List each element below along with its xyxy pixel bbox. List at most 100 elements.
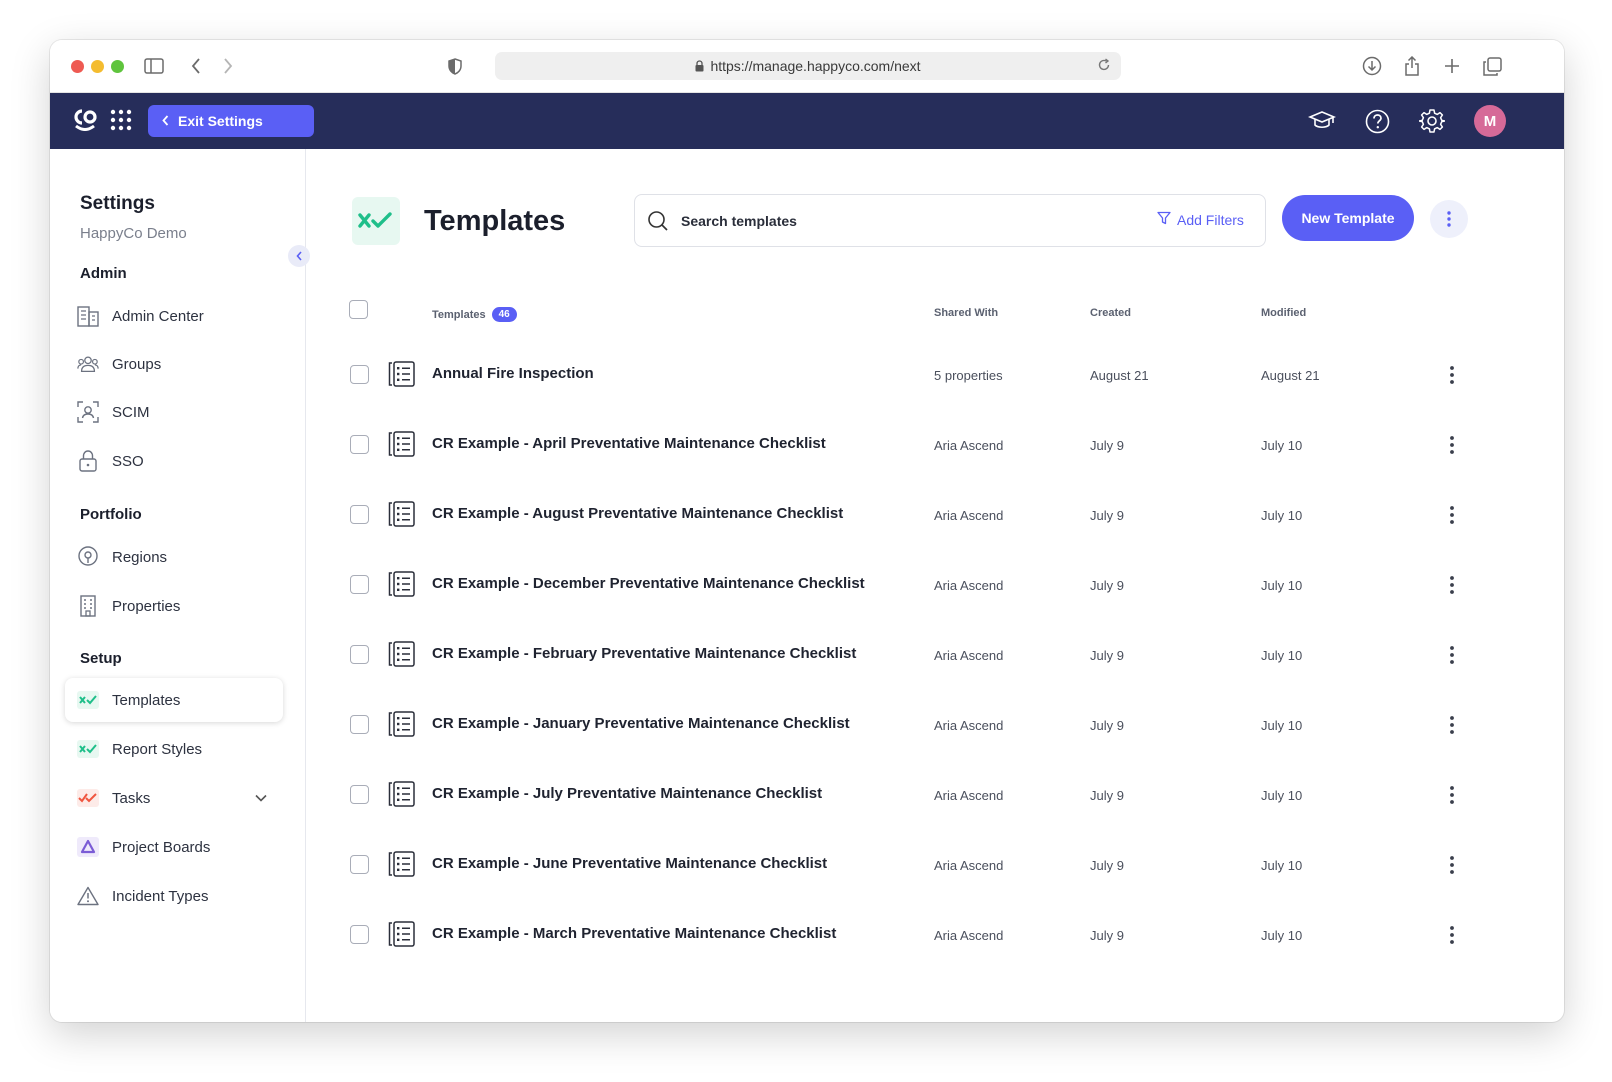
template-list-icon <box>388 431 416 462</box>
back-icon[interactable] <box>184 54 208 78</box>
tasks-check-icon <box>77 787 99 809</box>
warning-icon <box>77 885 99 907</box>
table-row[interactable]: CR Example - January Preventative Mainte… <box>306 695 1506 765</box>
table-row[interactable]: CR Example - August Preventative Mainten… <box>306 485 1506 555</box>
column-header-templates[interactable]: Templates 46 <box>432 307 517 322</box>
sidebar-item-incident-types[interactable]: Incident Types <box>65 874 283 918</box>
share-icon[interactable] <box>1400 54 1424 78</box>
template-list-icon <box>388 641 416 672</box>
address-bar[interactable]: https://manage.happyco.com/next <box>495 52 1121 80</box>
happyco-logo-icon[interactable] <box>72 107 98 136</box>
sidebar-title: Settings <box>80 193 155 214</box>
template-name[interactable]: CR Example - February Preventative Maint… <box>432 645 856 662</box>
created-cell: July 9 <box>1090 858 1124 873</box>
row-checkbox[interactable] <box>350 925 369 944</box>
select-all-checkbox[interactable] <box>349 300 368 319</box>
academy-graduation-cap-icon[interactable] <box>1308 107 1336 135</box>
sidebar-item-properties[interactable]: Properties <box>65 584 283 628</box>
building-icon <box>77 305 99 327</box>
settings-gear-icon[interactable] <box>1418 107 1446 135</box>
privacy-shield-icon[interactable] <box>443 54 467 78</box>
row-actions-kebab-icon[interactable] <box>1444 853 1460 877</box>
report-check-icon <box>77 738 99 760</box>
shared-with-cell: Aria Ascend <box>934 578 1004 593</box>
sidebar-item-report-styles[interactable]: Report Styles <box>65 727 283 771</box>
row-actions-kebab-icon[interactable] <box>1444 433 1460 457</box>
column-header-shared-with[interactable]: Shared With <box>934 307 998 319</box>
row-actions-kebab-icon[interactable] <box>1444 643 1460 667</box>
map-pin-icon <box>77 546 99 568</box>
template-name[interactable]: CR Example - June Preventative Maintenan… <box>432 855 827 872</box>
more-options-button[interactable] <box>1430 200 1468 238</box>
sidebar-item-project-boards[interactable]: Project Boards <box>65 825 283 869</box>
row-checkbox[interactable] <box>350 435 369 454</box>
table-row[interactable]: CR Example - July Preventative Maintenan… <box>306 765 1506 835</box>
exit-settings-button[interactable]: Exit Settings <box>148 105 314 137</box>
kebab-icon <box>1447 211 1451 227</box>
new-tab-icon[interactable] <box>1440 54 1464 78</box>
maximize-window-button[interactable] <box>111 60 124 73</box>
sidebar-item-groups[interactable]: Groups <box>65 342 283 386</box>
row-actions-kebab-icon[interactable] <box>1444 923 1460 947</box>
modified-cell: July 10 <box>1261 788 1303 803</box>
minimize-window-button[interactable] <box>91 60 104 73</box>
template-name[interactable]: CR Example - March Preventative Maintena… <box>432 925 836 942</box>
template-name[interactable]: CR Example - August Preventative Mainten… <box>432 505 843 522</box>
sidebar-item-label: Properties <box>112 597 181 615</box>
sidebar-item-templates[interactable]: Templates <box>65 678 283 722</box>
column-header-created[interactable]: Created <box>1090 307 1131 319</box>
user-avatar[interactable]: M <box>1474 105 1506 137</box>
sidebar-item-regions[interactable]: Regions <box>65 535 283 579</box>
shared-with-cell: 5 properties <box>934 368 1003 383</box>
sidebar-item-tasks[interactable]: Tasks <box>65 776 283 820</box>
row-actions-kebab-icon[interactable] <box>1444 783 1460 807</box>
template-name[interactable]: CR Example - April Preventative Maintena… <box>432 435 826 452</box>
table-row[interactable]: CR Example - March Preventative Maintena… <box>306 905 1506 975</box>
sidebar-item-admin-center[interactable]: Admin Center <box>65 294 283 338</box>
reload-icon[interactable] <box>1097 58 1111 75</box>
row-actions-kebab-icon[interactable] <box>1444 713 1460 737</box>
row-checkbox[interactable] <box>350 855 369 874</box>
tab-overview-icon[interactable] <box>1480 54 1504 78</box>
table-row[interactable]: CR Example - December Preventative Maint… <box>306 555 1506 625</box>
project-triangle-icon <box>77 836 99 858</box>
row-checkbox[interactable] <box>350 715 369 734</box>
app-launcher-icon[interactable] <box>110 109 132 136</box>
sidebar-item-scim[interactable]: SCIM <box>65 390 283 434</box>
section-setup: Setup <box>80 650 122 667</box>
table-row[interactable]: CR Example - February Preventative Maint… <box>306 625 1506 695</box>
app-header: Exit Settings M <box>50 93 1564 149</box>
chevron-down-icon[interactable] <box>255 789 267 806</box>
row-checkbox[interactable] <box>350 575 369 594</box>
table-row[interactable]: Annual Fire Inspection 5 properties August… <box>306 345 1506 415</box>
add-filters-button[interactable]: Add Filters <box>1157 211 1244 228</box>
row-checkbox[interactable] <box>350 785 369 804</box>
template-name[interactable]: CR Example - December Preventative Maint… <box>432 575 865 592</box>
row-actions-kebab-icon[interactable] <box>1444 573 1460 597</box>
new-template-button[interactable]: New Template <box>1282 195 1414 241</box>
table-header: Templates 46 Shared With Created Modified <box>306 299 1506 329</box>
shared-with-cell: Aria Ascend <box>934 508 1004 523</box>
browser-window: https://manage.happyco.com/next Exit Set… <box>50 40 1564 1022</box>
created-cell: July 9 <box>1090 928 1124 943</box>
row-actions-kebab-icon[interactable] <box>1444 503 1460 527</box>
search-input[interactable] <box>681 209 1101 233</box>
table-row[interactable]: CR Example - June Preventative Maintenan… <box>306 835 1506 905</box>
close-window-button[interactable] <box>71 60 84 73</box>
help-icon[interactable] <box>1363 107 1391 135</box>
table-row[interactable]: CR Example - April Preventative Maintena… <box>306 415 1506 485</box>
template-name[interactable]: CR Example - January Preventative Mainte… <box>432 715 850 732</box>
search-icon <box>647 210 669 237</box>
sidebar-item-sso[interactable]: SSO <box>65 439 283 483</box>
template-name[interactable]: Annual Fire Inspection <box>432 365 594 382</box>
sidebar-item-label: Project Boards <box>112 838 211 856</box>
column-header-modified[interactable]: Modified <box>1261 307 1306 319</box>
sidebar-toggle-icon[interactable] <box>142 54 166 78</box>
row-checkbox[interactable] <box>350 505 369 524</box>
row-checkbox[interactable] <box>350 645 369 664</box>
template-name[interactable]: CR Example - July Preventative Maintenan… <box>432 785 822 802</box>
row-actions-kebab-icon[interactable] <box>1444 363 1460 387</box>
forward-icon[interactable] <box>216 54 240 78</box>
row-checkbox[interactable] <box>350 365 369 384</box>
download-icon[interactable] <box>1360 54 1384 78</box>
